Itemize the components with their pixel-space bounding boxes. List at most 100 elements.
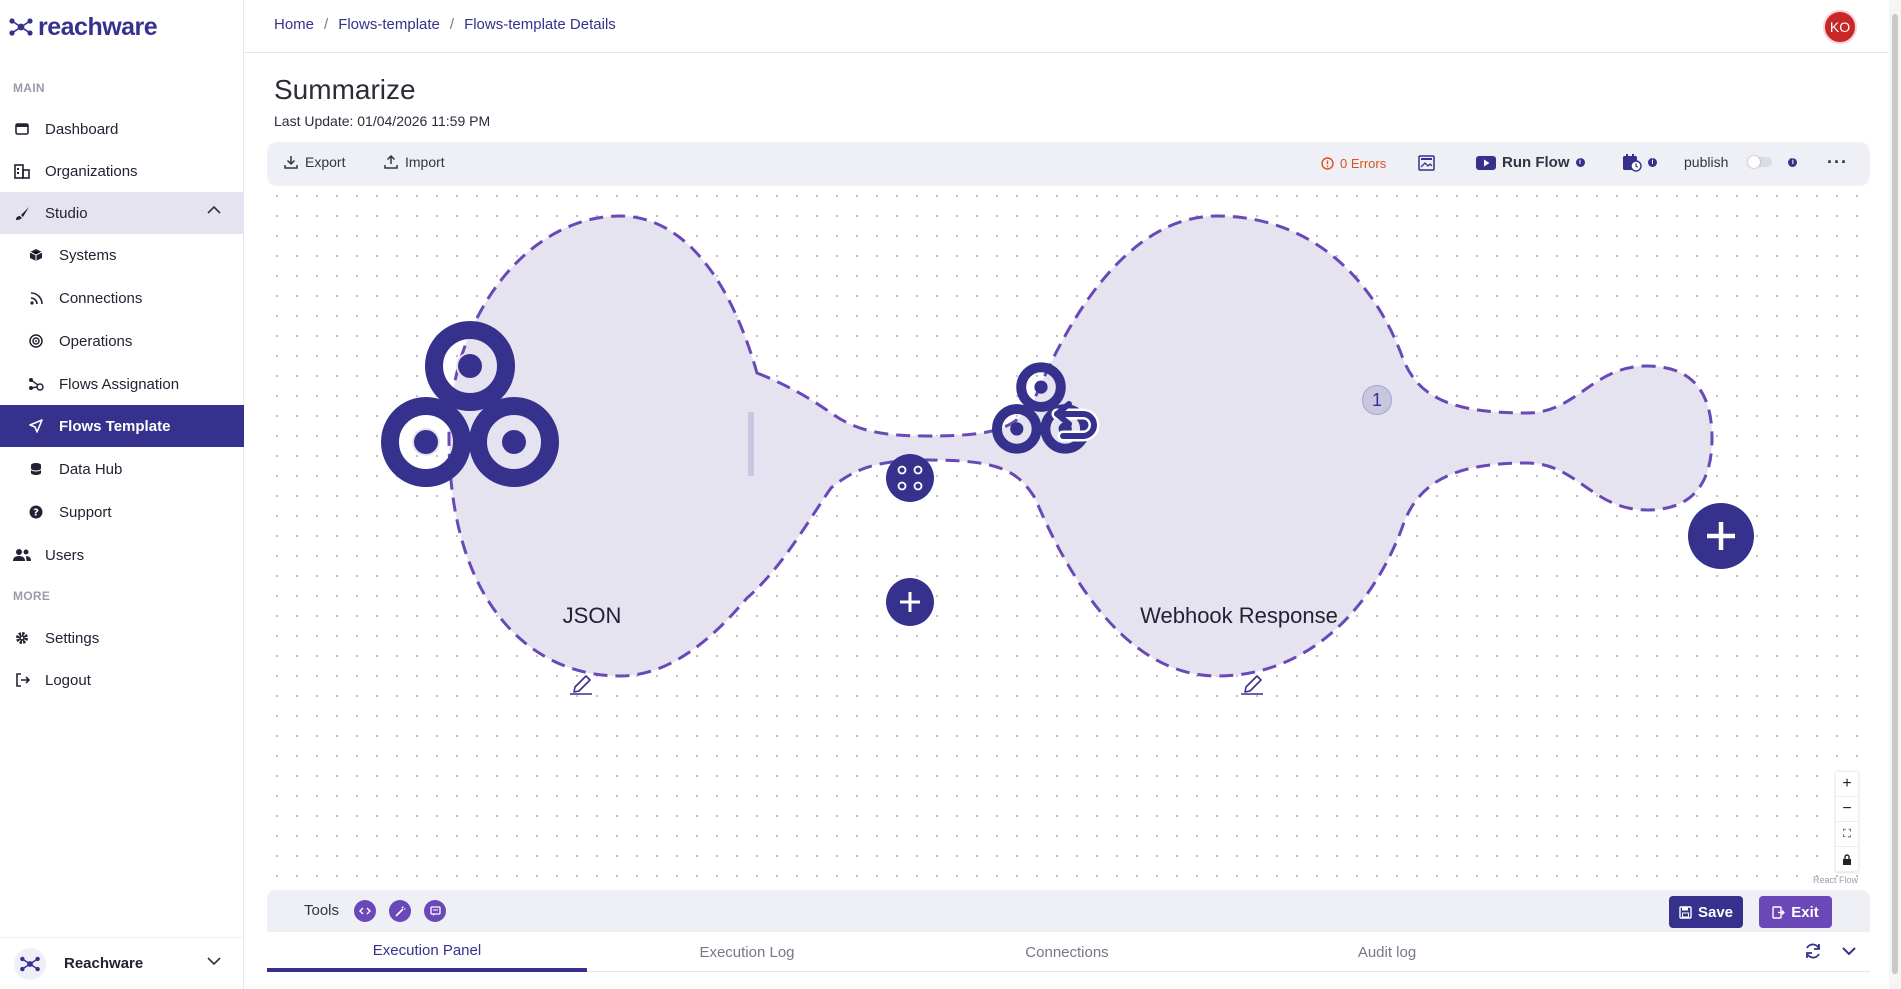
sidebar-item-label: Organizations xyxy=(45,162,138,180)
sidebar-item-label: Data Hub xyxy=(59,460,123,478)
sidebar-item-connections[interactable]: Connections xyxy=(0,277,244,319)
sidebar-item-logout[interactable]: Logout xyxy=(0,659,244,701)
import-button[interactable]: Import xyxy=(383,154,445,170)
publish-label: publish xyxy=(1684,154,1729,170)
breadcrumb-home[interactable]: Home xyxy=(274,16,314,33)
export-button[interactable]: Export xyxy=(283,154,345,170)
import-label: Import xyxy=(405,154,445,170)
brand-logo[interactable]: reachware xyxy=(8,10,158,44)
rss-icon xyxy=(27,289,45,307)
sidebar-item-flows-template[interactable]: Flows Template xyxy=(0,405,244,447)
info-icon[interactable]: i xyxy=(1575,158,1585,167)
node-label-webhook-response[interactable]: Webhook Response xyxy=(1109,603,1369,629)
avatar[interactable]: KO xyxy=(1823,10,1857,44)
run-flow-label: Run Flow xyxy=(1502,154,1570,171)
errors-label: 0 Errors xyxy=(1340,156,1387,171)
sidebar-item-data-hub[interactable]: Data Hub xyxy=(0,448,244,490)
download-icon xyxy=(284,156,298,169)
sidebar-item-organizations[interactable]: Organizations xyxy=(0,150,244,192)
org-name: Reachware xyxy=(64,955,144,972)
scrollbar-thumb[interactable] xyxy=(1892,14,1898,974)
publish-toggle[interactable] xyxy=(1748,156,1773,168)
sidebar-item-label: Settings xyxy=(45,629,100,647)
run-flow-button[interactable]: Run Flow i xyxy=(1476,154,1585,171)
breadcrumb-flows-template[interactable]: Flows-template xyxy=(338,16,440,33)
zoom-controls: + − ⛶ xyxy=(1836,772,1858,872)
sidebar-item-label: Support xyxy=(59,503,112,521)
sidebar-item-support[interactable]: ? Support xyxy=(0,491,244,533)
section-label-main: MAIN xyxy=(13,81,45,95)
info-icon[interactable]: i xyxy=(1788,157,1798,167)
sidebar-item-label: Logout xyxy=(45,671,91,689)
react-flow-attribution[interactable]: React Flow xyxy=(1813,875,1858,885)
box-icon xyxy=(27,246,45,264)
org-logo-icon xyxy=(14,947,46,980)
sidebar-item-systems[interactable]: Systems xyxy=(0,234,244,276)
lock-icon[interactable] xyxy=(1836,847,1858,872)
svg-text:?: ? xyxy=(33,508,39,519)
info-icon[interactable]: i xyxy=(1648,158,1657,167)
calendar-clock-icon xyxy=(1623,154,1642,172)
errors-indicator[interactable]: 0 Errors xyxy=(1321,156,1386,171)
sidebar-item-label: Studio xyxy=(45,204,88,222)
sidebar-item-label: Connections xyxy=(59,289,143,307)
sidebar-item-label: Flows Template xyxy=(59,417,171,435)
router-node-icon xyxy=(886,454,934,502)
node-label-json[interactable]: JSON xyxy=(512,603,672,629)
target-icon xyxy=(27,332,45,350)
zoom-in-icon[interactable]: + xyxy=(1836,772,1858,797)
users-icon xyxy=(13,546,31,564)
sidebar-item-studio[interactable]: Studio xyxy=(0,192,244,234)
flow-toolbar: Export Import 0 Errors Run Flow i i publ… xyxy=(267,142,1870,186)
tab-execution-panel[interactable]: Execution Panel xyxy=(267,932,587,972)
schedule-button[interactable]: i xyxy=(1622,153,1657,172)
upload-icon xyxy=(384,154,398,169)
refresh-icon[interactable] xyxy=(1804,942,1822,960)
flows-assign-icon xyxy=(27,375,45,393)
sidebar-item-settings[interactable]: Settings xyxy=(0,617,244,659)
node-badge-count: 1 xyxy=(1362,385,1392,415)
magic-wand-tool-icon[interactable] xyxy=(389,900,411,922)
exit-icon xyxy=(1772,905,1786,919)
tab-audit-log[interactable]: Audit log xyxy=(1227,932,1547,972)
zoom-out-icon[interactable]: − xyxy=(1836,797,1858,822)
brush-icon xyxy=(13,204,31,222)
chevron-up-icon[interactable] xyxy=(206,205,222,215)
code-tool-icon[interactable] xyxy=(354,900,376,922)
save-button[interactable]: Save xyxy=(1669,896,1743,928)
more-options-button[interactable]: ··· xyxy=(1827,152,1848,173)
image-view-button[interactable] xyxy=(1418,155,1435,171)
sidebar-item-operations[interactable]: Operations xyxy=(0,320,244,362)
reachware-logo-icon xyxy=(9,18,33,36)
note-tool-icon[interactable] xyxy=(424,900,446,922)
image-icon xyxy=(1418,155,1435,171)
sidebar-item-flows-assignation[interactable]: Flows Assignation xyxy=(0,363,244,405)
top-bar: Home / Flows-template / Flows-template D… xyxy=(245,0,1901,53)
flow-graph xyxy=(381,214,1754,695)
sidebar: reachware MAIN Dashboard Organizations S… xyxy=(0,0,244,989)
organizations-icon xyxy=(13,162,31,180)
page-title: Summarize xyxy=(274,74,416,105)
org-switcher[interactable]: Reachware xyxy=(0,937,244,989)
breadcrumb-current: Flows-template Details xyxy=(464,16,616,33)
last-update: Last Update: 01/04/2026 11:59 PM xyxy=(274,113,491,129)
breadcrumb-separator: / xyxy=(324,16,329,33)
tab-connections[interactable]: Connections xyxy=(907,932,1227,972)
sidebar-item-label: Flows Assignation xyxy=(59,375,180,393)
more-horizontal-icon: ··· xyxy=(1827,152,1848,172)
chevron-down-icon[interactable] xyxy=(206,956,222,966)
sidebar-item-dashboard[interactable]: Dashboard xyxy=(0,108,244,150)
section-label-more: MORE xyxy=(13,589,51,603)
exit-label: Exit xyxy=(1791,903,1819,921)
fit-view-icon[interactable]: ⛶ xyxy=(1836,822,1858,847)
flow-canvas[interactable]: JSON Webhook Response 1 + − ⛶ React Flow xyxy=(267,186,1870,886)
exit-button[interactable]: Exit xyxy=(1759,896,1832,928)
sidebar-item-users[interactable]: Users xyxy=(0,534,244,576)
sidebar-item-label: Dashboard xyxy=(45,120,119,138)
page-scrollbar[interactable] xyxy=(1889,0,1901,989)
save-label: Save xyxy=(1697,903,1734,921)
chevron-down-icon[interactable] xyxy=(1840,942,1858,960)
edit-icon-webhook-response xyxy=(1241,675,1263,695)
tab-execution-log[interactable]: Execution Log xyxy=(587,932,907,972)
breadcrumb-separator: / xyxy=(449,16,455,33)
